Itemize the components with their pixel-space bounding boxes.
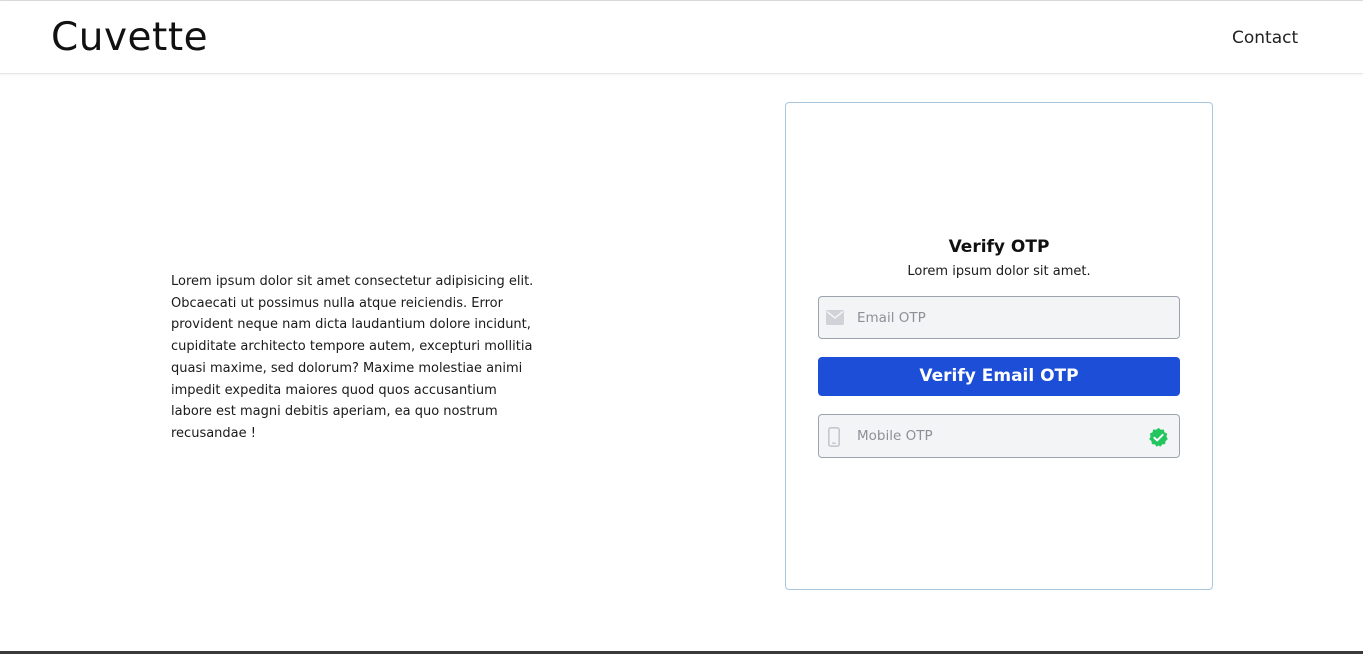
verify-otp-card: Verify OTP Lorem ipsum dolor sit amet. V… bbox=[785, 102, 1213, 590]
email-otp-field[interactable] bbox=[818, 296, 1180, 339]
card-title: Verify OTP bbox=[948, 237, 1050, 257]
mail-icon bbox=[826, 310, 844, 325]
email-otp-input[interactable] bbox=[857, 297, 1137, 338]
mobile-otp-input[interactable] bbox=[857, 415, 1137, 457]
nav-contact-link[interactable]: Contact bbox=[1232, 27, 1298, 49]
site-header: Cuvette Contact bbox=[0, 1, 1363, 74]
phone-icon bbox=[828, 427, 840, 447]
verify-email-otp-button[interactable]: Verify Email OTP bbox=[818, 357, 1180, 396]
intro-text: Lorem ipsum dolor sit amet consectetur a… bbox=[171, 274, 534, 441]
card-subtitle: Lorem ipsum dolor sit amet. bbox=[907, 264, 1091, 279]
brand-logo[interactable]: Cuvette bbox=[51, 14, 208, 62]
mobile-otp-field[interactable] bbox=[818, 414, 1180, 458]
verified-check-icon bbox=[1148, 427, 1169, 448]
